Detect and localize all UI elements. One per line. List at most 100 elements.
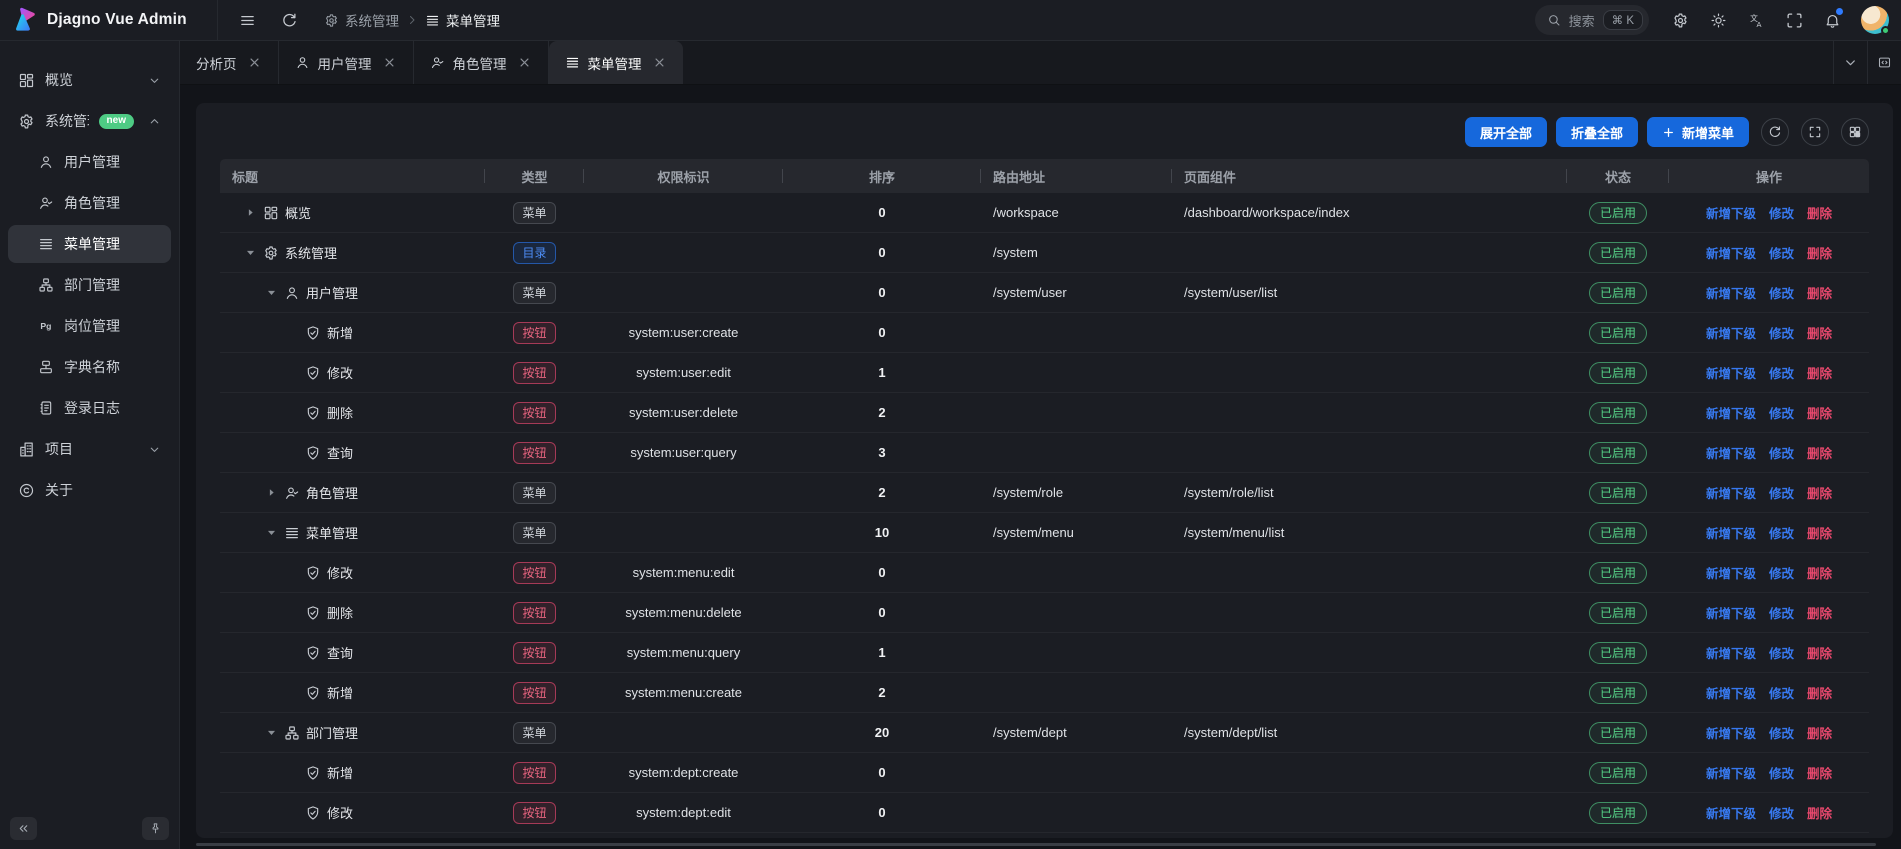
caret-down-icon[interactable] — [265, 726, 278, 739]
action-add-child[interactable]: 新增下级 — [1706, 243, 1756, 262]
sidebar-item-overview[interactable]: 概览 — [8, 61, 171, 99]
sidebar-item-menu[interactable]: 菜单管理 — [8, 225, 171, 263]
close-icon[interactable] — [652, 55, 667, 70]
sidebar-item-post[interactable]: Pg岗位管理 — [8, 307, 171, 345]
caret-down-icon[interactable] — [244, 246, 257, 259]
sidebar-item-dept[interactable]: 部门管理 — [8, 266, 171, 304]
action-add-child[interactable]: 新增下级 — [1706, 203, 1756, 222]
add-menu-button[interactable]: 新增菜单 — [1647, 117, 1749, 147]
sidebar-item-system[interactable]: 系统管理new — [8, 102, 171, 140]
action-edit[interactable]: 修改 — [1769, 323, 1794, 342]
caret-down-icon[interactable] — [265, 286, 278, 299]
action-delete[interactable]: 删除 — [1807, 363, 1832, 382]
action-edit[interactable]: 修改 — [1769, 403, 1794, 422]
action-edit[interactable]: 修改 — [1769, 363, 1794, 382]
horizontal-scrollbar[interactable] — [196, 843, 1876, 846]
column-header-route[interactable]: 路由地址 — [981, 167, 1172, 186]
tab-menu[interactable]: 菜单管理 — [549, 41, 683, 84]
language-button[interactable]: 文A — [1739, 3, 1773, 37]
caret-right-icon[interactable] — [265, 486, 278, 499]
action-add-child[interactable]: 新增下级 — [1706, 363, 1756, 382]
action-edit[interactable]: 修改 — [1769, 563, 1794, 582]
fullscreen-button[interactable] — [1777, 3, 1811, 37]
action-add-child[interactable]: 新增下级 — [1706, 403, 1756, 422]
action-add-child[interactable]: 新增下级 — [1706, 683, 1756, 702]
action-edit[interactable]: 修改 — [1769, 603, 1794, 622]
action-edit[interactable]: 修改 — [1769, 723, 1794, 742]
action-edit[interactable]: 修改 — [1769, 763, 1794, 782]
action-edit[interactable]: 修改 — [1769, 683, 1794, 702]
sidebar-item-project[interactable]: 项目 — [8, 430, 171, 468]
action-add-child[interactable]: 新增下级 — [1706, 523, 1756, 542]
theme-toggle-button[interactable] — [1701, 3, 1735, 37]
action-delete[interactable]: 删除 — [1807, 523, 1832, 542]
action-delete[interactable]: 删除 — [1807, 643, 1832, 662]
action-edit[interactable]: 修改 — [1769, 283, 1794, 302]
action-add-child[interactable]: 新增下级 — [1706, 443, 1756, 462]
content-maximize-button[interactable] — [1867, 41, 1901, 84]
action-delete[interactable]: 删除 — [1807, 563, 1832, 582]
action-add-child[interactable]: 新增下级 — [1706, 563, 1756, 582]
table-fullscreen-button[interactable] — [1801, 118, 1829, 146]
tab-analysis[interactable]: 分析页 — [180, 41, 279, 84]
action-delete[interactable]: 删除 — [1807, 763, 1832, 782]
global-search[interactable]: 搜索 ⌘ K — [1535, 5, 1649, 35]
action-delete[interactable]: 删除 — [1807, 403, 1832, 422]
column-header-order[interactable]: 排序 — [783, 167, 981, 186]
column-settings-button[interactable] — [1841, 118, 1869, 146]
sidebar-item-user[interactable]: 用户管理 — [8, 143, 171, 181]
notifications-button[interactable] — [1815, 3, 1849, 37]
tab-role[interactable]: 角色管理 — [414, 41, 549, 84]
refresh-table-button[interactable] — [1761, 118, 1789, 146]
close-icon[interactable] — [517, 55, 532, 70]
action-edit[interactable]: 修改 — [1769, 483, 1794, 502]
action-delete[interactable]: 删除 — [1807, 603, 1832, 622]
action-delete[interactable]: 删除 — [1807, 443, 1832, 462]
action-add-child[interactable]: 新增下级 — [1706, 483, 1756, 502]
sidebar-item-dict[interactable]: 字典名称 — [8, 348, 171, 386]
action-delete[interactable]: 删除 — [1807, 723, 1832, 742]
action-delete[interactable]: 删除 — [1807, 323, 1832, 342]
sidebar-item-about[interactable]: 关于 — [8, 471, 171, 509]
action-edit[interactable]: 修改 — [1769, 443, 1794, 462]
action-add-child[interactable]: 新增下级 — [1706, 603, 1756, 622]
action-delete[interactable]: 删除 — [1807, 283, 1832, 302]
action-edit[interactable]: 修改 — [1769, 803, 1794, 822]
sidebar-pin-button[interactable] — [142, 817, 169, 840]
action-add-child[interactable]: 新增下级 — [1706, 323, 1756, 342]
column-header-status[interactable]: 状态 — [1567, 167, 1669, 186]
column-header-title[interactable]: 标题 — [220, 167, 485, 186]
action-delete[interactable]: 删除 — [1807, 203, 1832, 222]
action-delete[interactable]: 删除 — [1807, 243, 1832, 262]
breadcrumb-item-system[interactable]: 系统管理 — [324, 10, 399, 30]
action-delete[interactable]: 删除 — [1807, 483, 1832, 502]
breadcrumb-item-menu[interactable]: 菜单管理 — [425, 10, 500, 30]
expand-all-button[interactable]: 展开全部 — [1465, 117, 1547, 147]
action-edit[interactable]: 修改 — [1769, 203, 1794, 222]
column-header-component[interactable]: 页面组件 — [1172, 167, 1567, 186]
settings-button[interactable] — [1663, 3, 1697, 37]
action-edit[interactable]: 修改 — [1769, 643, 1794, 662]
refresh-page-button[interactable] — [272, 3, 306, 37]
sidebar-collapse-button[interactable] — [10, 817, 37, 840]
action-add-child[interactable]: 新增下级 — [1706, 283, 1756, 302]
action-delete[interactable]: 删除 — [1807, 803, 1832, 822]
tab-menu-button[interactable] — [1833, 41, 1867, 84]
sidebar-item-login-log[interactable]: 登录日志 — [8, 389, 171, 427]
action-add-child[interactable]: 新增下级 — [1706, 723, 1756, 742]
caret-right-icon[interactable] — [244, 206, 257, 219]
caret-down-icon[interactable] — [265, 526, 278, 539]
action-delete[interactable]: 删除 — [1807, 683, 1832, 702]
sidebar-item-role[interactable]: 角色管理 — [8, 184, 171, 222]
action-add-child[interactable]: 新增下级 — [1706, 763, 1756, 782]
collapse-all-button[interactable]: 折叠全部 — [1556, 117, 1638, 147]
action-add-child[interactable]: 新增下级 — [1706, 803, 1756, 822]
column-header-type[interactable]: 类型 — [485, 167, 584, 186]
action-add-child[interactable]: 新增下级 — [1706, 643, 1756, 662]
tab-user[interactable]: 用户管理 — [279, 41, 414, 84]
action-edit[interactable]: 修改 — [1769, 523, 1794, 542]
avatar[interactable] — [1861, 6, 1889, 34]
close-icon[interactable] — [382, 55, 397, 70]
sidebar-toggle-button[interactable] — [230, 3, 264, 37]
column-header-permission[interactable]: 权限标识 — [584, 167, 783, 186]
